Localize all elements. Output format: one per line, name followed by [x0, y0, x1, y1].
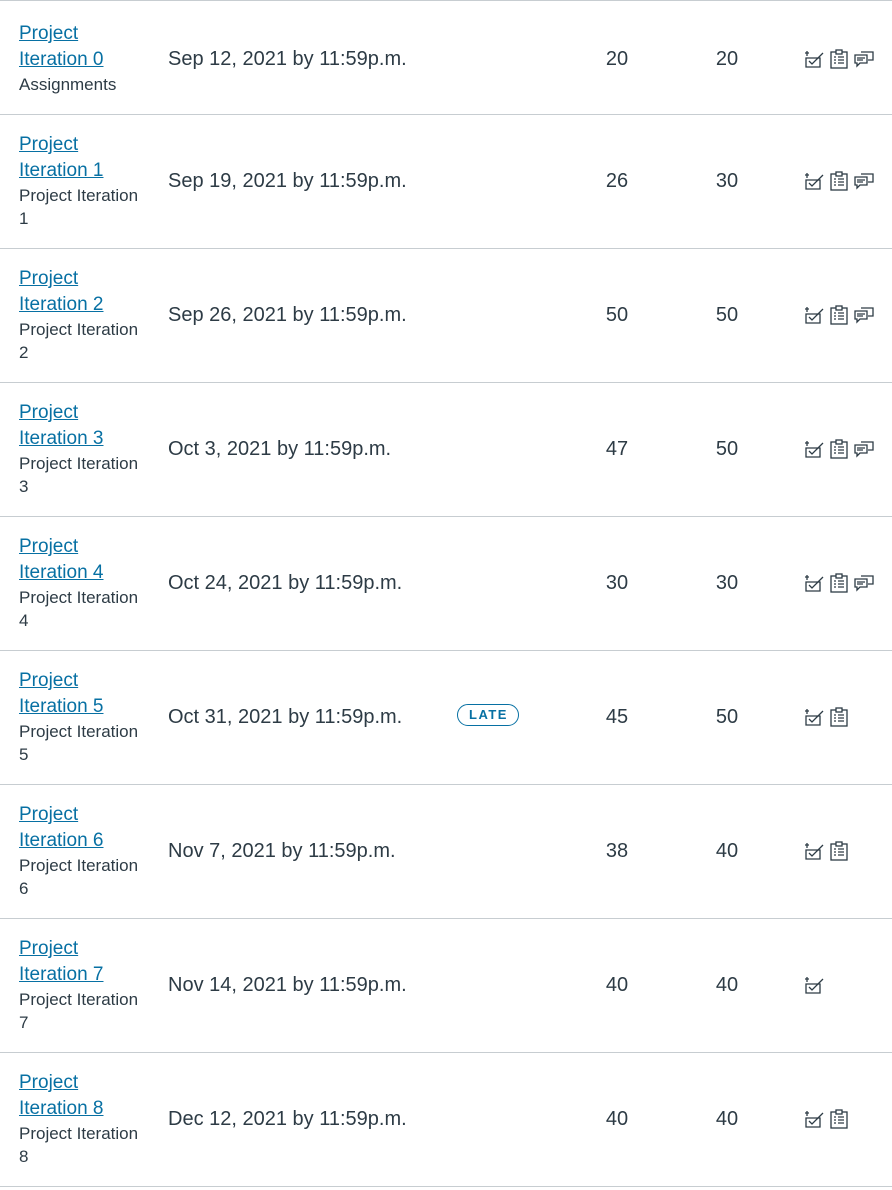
submission-details-icon[interactable]: [829, 305, 849, 325]
late-status-badge: LATE: [457, 704, 519, 726]
assignment-link[interactable]: Project Iteration 3: [19, 400, 149, 452]
points-possible: 40: [715, 1108, 739, 1130]
grades-table: Project Iteration 0 Assignments Sep 12, 20…: [0, 0, 892, 1190]
assignment-title-cell: Project Iteration 4 Project Iteration 4: [19, 534, 149, 632]
assignment-title-cell: Project Iteration 5 Project Iteration 5: [19, 668, 149, 766]
submission-details-icon[interactable]: [829, 841, 849, 861]
due-date: Sep 26, 2021 by 11:59p.m.: [168, 304, 407, 326]
submission-details-icon[interactable]: [829, 707, 849, 727]
assignment-link[interactable]: Project Iteration 2: [19, 266, 149, 318]
table-row: Project Iteration 6 Project Iteration 6 No…: [0, 785, 892, 919]
assignment-category: Assignments: [19, 75, 117, 94]
score-earned: 40: [605, 974, 629, 996]
score-earned: 20: [605, 48, 629, 70]
assignment-category: Project Iteration 2: [19, 320, 139, 362]
comments-icon[interactable]: [854, 439, 874, 459]
row-actions: [804, 171, 874, 191]
score-earned: 40: [605, 1108, 629, 1130]
assignment-title-cell: Project Iteration 0 Assignments: [19, 21, 149, 96]
assignment-title-cell: Project Iteration 7 Project Iteration 7: [19, 936, 149, 1034]
submission-details-icon[interactable]: [829, 49, 849, 69]
row-actions: [804, 841, 849, 861]
table-row: Project Iteration 1 Project Iteration 1 Se…: [0, 115, 892, 249]
rubric-icon[interactable]: [804, 573, 824, 593]
assignment-category: Project Iteration 3: [19, 454, 139, 496]
assignment-link[interactable]: Project Iteration 4: [19, 534, 149, 586]
rubric-icon[interactable]: [804, 1109, 824, 1129]
due-date: Oct 31, 2021 by 11:59p.m.: [168, 706, 403, 728]
score-earned: 38: [605, 840, 629, 862]
points-possible: 50: [715, 438, 739, 460]
comments-icon[interactable]: [854, 573, 874, 593]
comments-icon[interactable]: [854, 171, 874, 191]
assignment-link[interactable]: Project Iteration 5: [19, 668, 149, 720]
score-earned: 26: [605, 170, 629, 192]
points-possible: 30: [715, 572, 739, 594]
row-actions: [804, 49, 874, 69]
submission-details-icon[interactable]: [829, 171, 849, 191]
due-date: Oct 3, 2021 by 11:59p.m.: [168, 438, 392, 460]
rubric-icon[interactable]: [804, 171, 824, 191]
comments-icon[interactable]: [854, 305, 874, 325]
assignment-link[interactable]: Project Iteration 1: [19, 132, 149, 184]
score-earned: 30: [605, 572, 629, 594]
table-row: Project Iteration 7 Project Iteration 7 No…: [0, 919, 892, 1053]
table-row: Project Iteration 0 Assignments Sep 12, 20…: [0, 4, 892, 115]
points-possible: 50: [715, 706, 739, 728]
submission-details-icon[interactable]: [829, 573, 849, 593]
table-row: Project Iteration 3 Project Iteration 3 Oc…: [0, 383, 892, 517]
assignment-category: Project Iteration 6: [19, 856, 139, 898]
assignment-link[interactable]: Project Iteration 6: [19, 802, 149, 854]
submission-details-icon[interactable]: [829, 1109, 849, 1129]
due-date: Dec 12, 2021 by 11:59p.m.: [168, 1108, 407, 1130]
due-date: Oct 24, 2021 by 11:59p.m.: [168, 572, 403, 594]
assignment-link[interactable]: Project Iteration 0: [19, 21, 149, 73]
rubric-icon[interactable]: [804, 305, 824, 325]
table-row: Project Iteration 5 Project Iteration 5 Oc…: [0, 651, 892, 785]
score-earned: 47: [605, 438, 629, 460]
row-actions: [804, 439, 874, 459]
rubric-icon[interactable]: [804, 439, 824, 459]
assignment-title-cell: Project Iteration 6 Project Iteration 6: [19, 802, 149, 900]
score-earned: 50: [605, 304, 629, 326]
points-possible: 40: [715, 840, 739, 862]
due-date: Sep 19, 2021 by 11:59p.m.: [168, 170, 407, 192]
assignment-category: Project Iteration 5: [19, 722, 139, 764]
row-actions: [804, 1109, 849, 1129]
assignment-title-cell: Project Iteration 8 Project Iteration 8: [19, 1070, 149, 1168]
row-actions: [804, 573, 874, 593]
assignment-link[interactable]: Project Iteration 7: [19, 936, 149, 988]
submission-details-icon[interactable]: [829, 439, 849, 459]
due-date: Nov 14, 2021 by 11:59p.m.: [168, 974, 407, 996]
assignment-title-cell: Project Iteration 3 Project Iteration 3: [19, 400, 149, 498]
points-possible: 50: [715, 304, 739, 326]
rubric-icon[interactable]: [804, 841, 824, 861]
assignment-title-cell: Project Iteration 1 Project Iteration 1: [19, 132, 149, 230]
points-possible: 30: [715, 170, 739, 192]
points-possible: 20: [715, 48, 739, 70]
due-date: Nov 7, 2021 by 11:59p.m.: [168, 840, 396, 862]
table-row: Project Iteration 2 Project Iteration 2 Se…: [0, 249, 892, 383]
row-actions: [804, 707, 849, 727]
points-possible: 40: [715, 974, 739, 996]
status-cell: LATE: [457, 704, 519, 726]
assignment-link[interactable]: Project Iteration 8: [19, 1070, 149, 1122]
assignment-category: Project Iteration 7: [19, 990, 139, 1032]
assignment-category: Project Iteration 4: [19, 588, 139, 630]
rubric-icon[interactable]: [804, 49, 824, 69]
comments-icon[interactable]: [854, 49, 874, 69]
table-row: Project Iteration 4 Project Iteration 4 Oc…: [0, 517, 892, 651]
table-row: Project Iteration 8 Project Iteration 8 De…: [0, 1053, 892, 1187]
assignment-category: Project Iteration 1: [19, 186, 139, 228]
rubric-icon[interactable]: [804, 975, 824, 995]
due-date: Sep 12, 2021 by 11:59p.m.: [168, 48, 407, 70]
assignment-category: Project Iteration 8: [19, 1124, 139, 1166]
row-actions: [804, 305, 874, 325]
score-earned: 45: [605, 706, 629, 728]
rubric-icon[interactable]: [804, 707, 824, 727]
assignment-title-cell: Project Iteration 2 Project Iteration 2: [19, 266, 149, 364]
row-actions: [804, 975, 824, 995]
